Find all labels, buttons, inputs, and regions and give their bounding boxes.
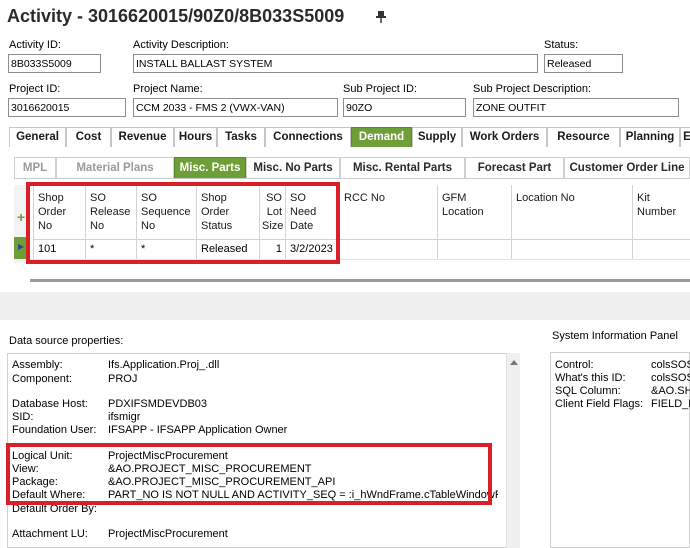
ds-value: IFSAPP - IFSAPP Application Owner [108, 424, 288, 436]
ds-value: Ifs.Application.Proj_.dll [108, 359, 220, 371]
add-row-icon[interactable]: + [17, 210, 25, 224]
tab-tasks[interactable]: Tasks [217, 127, 265, 147]
activity-id-field[interactable]: 8B033S5009 [8, 54, 101, 73]
ds-value: PDXIFSMDEVDB03 [108, 398, 208, 410]
subtab-mpl[interactable]: MPL [14, 157, 56, 178]
activity-description-label: Activity Description: [133, 39, 229, 51]
sys-key: SQL Column: [555, 385, 621, 397]
col-gfm-location[interactable]: GFM Location [437, 185, 511, 239]
sys-key: Control: [555, 359, 594, 371]
subtab-customer-order-line[interactable]: Customer Order Line [564, 157, 690, 178]
data-source-scrollbar[interactable] [506, 353, 520, 548]
cell-kit-number[interactable] [632, 239, 690, 259]
project-name-field[interactable]: CCM 2033 - FMS 2 (VWX-VAN) [133, 98, 338, 117]
ds-value: ifsmigr [108, 411, 141, 423]
tab-cost[interactable]: Cost [66, 127, 111, 147]
misc-parts-grid: + ▶ Shop Order No SO Release No SO Seque… [14, 178, 690, 288]
cell-rcc-no[interactable] [339, 239, 437, 259]
ds-value: PROJ [108, 373, 138, 385]
highlight-box-data-source [6, 443, 492, 505]
project-id-field[interactable]: 3016620015 [8, 98, 126, 117]
tab-general[interactable]: General [9, 127, 66, 147]
ds-key: SID: [12, 411, 34, 423]
tab-revenue[interactable]: Revenue [111, 127, 174, 147]
status-field[interactable]: Released [544, 54, 623, 73]
col-rcc-no[interactable]: RCC No [339, 185, 437, 239]
col-header-text: Kit Number [637, 192, 677, 218]
page-title: Activity - 3016620015/90Z0/8B033S5009 [7, 6, 345, 26]
tab-overflow[interactable]: E [680, 127, 690, 147]
ds-key: Component: [12, 373, 72, 385]
col-header-text: RCC No [344, 192, 385, 204]
sys-value: &AO.SH [651, 385, 690, 397]
tab-resource[interactable]: Resource [547, 127, 620, 147]
highlight-box-grid [26, 182, 340, 264]
ds-key: Foundation User: [12, 424, 97, 436]
activity-description-field[interactable]: INSTALL BALLAST SYSTEM [133, 54, 538, 73]
subtab-misc-no-parts[interactable]: Misc. No Parts [246, 157, 340, 178]
tab-connections[interactable]: Connections [265, 127, 351, 147]
subtab-material-plans[interactable]: Material Plans [56, 157, 174, 178]
subtab-misc-parts[interactable]: Misc. Parts [174, 157, 246, 178]
col-header-text: Location No [516, 192, 575, 204]
ds-key: Assembly: [12, 359, 63, 371]
data-source-title: Data source properties: [9, 335, 124, 347]
sub-project-description-label: Sub Project Description: [473, 83, 591, 95]
activity-id-label: Activity ID: [9, 39, 61, 51]
sub-project-description-field[interactable]: ZONE OUTFIT [473, 98, 679, 117]
project-id-label: Project ID: [9, 83, 61, 95]
sys-value: colsSOS [651, 372, 690, 384]
tab-planning[interactable]: Planning [620, 127, 680, 147]
horizontal-scrollbar[interactable] [30, 279, 690, 282]
tab-work-orders[interactable]: Work Orders [462, 127, 547, 147]
tab-hours[interactable]: Hours [174, 127, 217, 147]
project-name-label: Project Name: [133, 83, 203, 95]
sub-project-id-label: Sub Project ID: [343, 83, 417, 95]
sub-tab-bar: MPL Material Plans Misc. Parts Misc. No … [14, 157, 690, 178]
scroll-up-icon[interactable] [510, 360, 518, 365]
cell-gfm-location[interactable] [437, 239, 511, 259]
ds-key: Attachment LU: [12, 528, 88, 540]
col-header-text: GFM Location [442, 192, 484, 218]
sys-value: FIELD_E [651, 398, 690, 410]
main-tab-bar: General Cost Revenue Hours Tasks Connect… [9, 127, 690, 147]
sys-key: What's this ID: [555, 372, 626, 384]
cell-location-no[interactable] [511, 239, 632, 259]
tab-supply[interactable]: Supply [412, 127, 462, 147]
sys-key: Client Field Flags: [555, 398, 644, 410]
panel-splitter[interactable] [0, 292, 690, 320]
subtab-forecast-part[interactable]: Forecast Part [465, 157, 564, 178]
system-info-title: System Information Panel [552, 330, 678, 342]
ds-value: ProjectMiscProcurement [108, 528, 228, 540]
tab-demand[interactable]: Demand [351, 127, 412, 147]
subtab-misc-rental-parts[interactable]: Misc. Rental Parts [340, 157, 465, 178]
col-kit-number[interactable]: Kit Number [632, 185, 690, 239]
sub-project-id-field[interactable]: 90ZO [343, 98, 466, 117]
ds-key: Database Host: [12, 398, 88, 410]
pin-icon[interactable] [374, 10, 388, 24]
status-label: Status: [544, 39, 579, 51]
sys-value: colsSOS [651, 359, 690, 371]
row-arrow-icon: ▶ [18, 242, 25, 251]
col-location-no[interactable]: Location No [511, 185, 632, 239]
